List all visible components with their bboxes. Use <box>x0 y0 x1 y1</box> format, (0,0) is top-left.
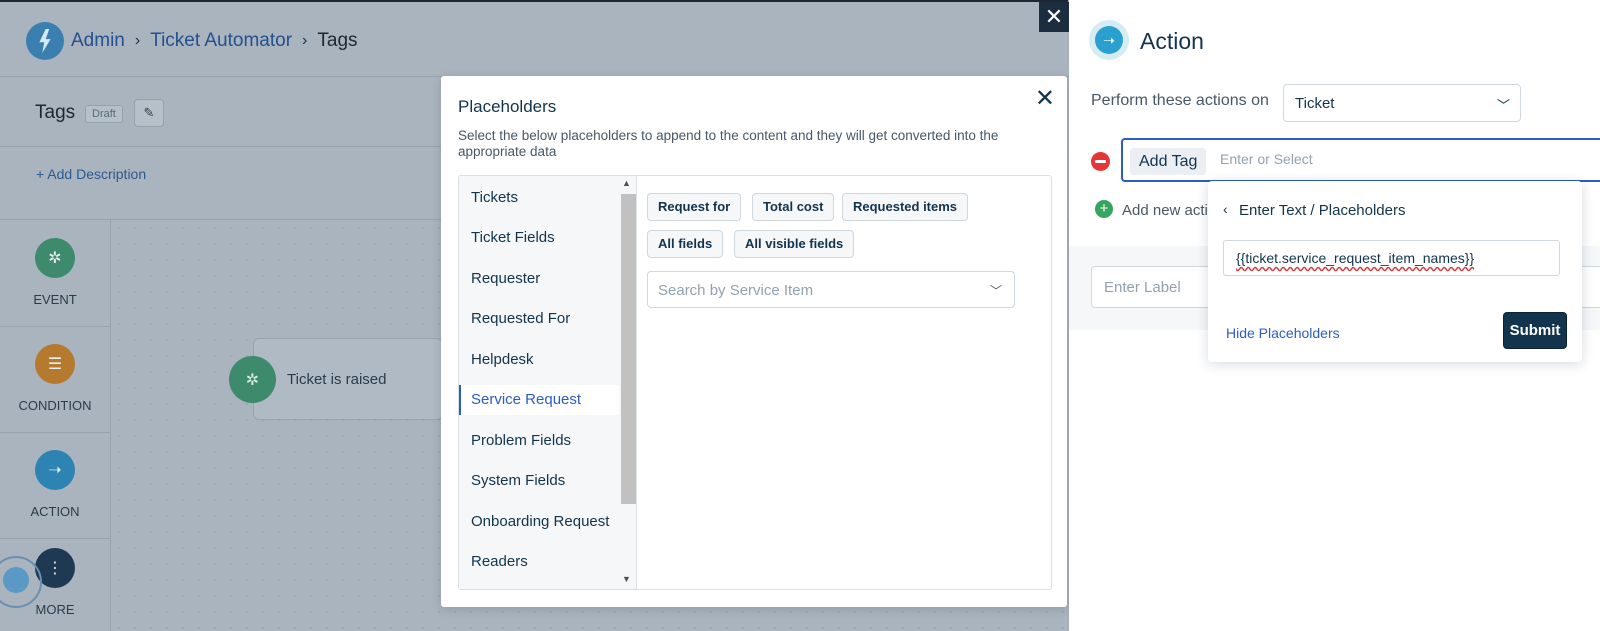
edit-title-button[interactable]: ✎ <box>134 99 164 127</box>
breadcrumb-current: Tags <box>317 30 358 51</box>
category-item[interactable]: Requested For <box>459 304 619 334</box>
close-panel-button[interactable]: ✕ <box>1039 2 1069 32</box>
category-item[interactable]: Readers <box>459 547 619 577</box>
category-item[interactable]: Problem Fields <box>459 426 619 456</box>
placeholder-chip[interactable]: Requested items <box>842 193 969 221</box>
placeholder-chip[interactable]: Total cost <box>752 193 835 221</box>
chevron-down-icon: ﹀ <box>1496 98 1510 113</box>
category-item[interactable]: Requester <box>459 264 619 294</box>
category-list: Tickets Ticket Fields Requester Requeste… <box>459 176 637 589</box>
chevron-right-icon: › <box>302 32 308 49</box>
rail-item-event[interactable]: ✲ EVENT <box>0 220 110 327</box>
add-new-action-link[interactable]: Add new acti <box>1122 202 1208 219</box>
category-item[interactable]: Tickets <box>459 183 619 213</box>
category-item[interactable]: Ticket Fields <box>459 223 619 253</box>
pulse-dot <box>3 567 29 593</box>
category-item[interactable]: System Fields <box>459 466 619 496</box>
chevron-down-icon: ﹀ <box>989 284 1002 298</box>
rail-item-condition[interactable]: ☰ CONDITION <box>0 326 110 433</box>
modal-description: Select the below placeholders to append … <box>458 128 999 159</box>
perform-on-select[interactable]: Ticket ﹀ <box>1283 84 1521 122</box>
cursor-click-icon: ✲ <box>229 356 276 403</box>
placeholder-text-input[interactable]: {{ticket.service_request_item_names}} <box>1223 240 1560 276</box>
category-item-active[interactable]: Service Request <box>459 385 619 415</box>
rail-label-event: EVENT <box>33 292 77 307</box>
top-bar: Admin › Ticket Automator › Tags <box>0 0 1068 77</box>
placeholder-popover: ‹ Enter Text / Placeholders {{ticket.ser… <box>1208 181 1582 362</box>
close-icon[interactable]: ✕ <box>1035 84 1055 113</box>
add-circle-icon[interactable]: + <box>1095 200 1113 218</box>
chevron-right-icon: › <box>134 32 141 49</box>
rail-label-action: ACTION <box>30 504 80 519</box>
placeholders-modal: Placeholders ✕ Select the below placehol… <box>441 76 1067 607</box>
action-icon: ➝ <box>1089 20 1129 60</box>
action-row[interactable]: Add Tag Enter or Select <box>1121 138 1600 182</box>
category-item[interactable]: Onboarding Request <box>459 507 619 537</box>
scrollbar-thumb[interactable] <box>621 194 636 504</box>
perform-on-label: Perform these actions on <box>1091 92 1269 109</box>
event-node-label: Ticket is raised <box>287 371 387 388</box>
add-description-link[interactable]: + Add Description <box>36 166 146 182</box>
status-badge: Draft <box>85 105 123 123</box>
app-logo-icon[interactable] <box>26 22 64 60</box>
scroll-up-icon[interactable]: ▲ <box>622 178 631 188</box>
modal-title: Placeholders <box>458 97 557 116</box>
breadcrumb-admin[interactable]: Admin <box>71 30 125 52</box>
placeholder-chip[interactable]: All visible fields <box>734 230 855 258</box>
label-placeholder: Enter Label <box>1104 279 1181 296</box>
popover-title: Enter Text / Placeholders <box>1239 202 1406 219</box>
service-item-search[interactable]: Search by Service Item ﹀ <box>647 271 1015 308</box>
arrow-right-icon: ➝ <box>35 450 75 490</box>
breadcrumb: Admin › Ticket Automator › Tags <box>71 30 358 52</box>
pencil-icon: ✎ <box>143 105 155 120</box>
scroll-down-icon[interactable]: ▼ <box>622 574 631 584</box>
breadcrumb-ticket-automator[interactable]: Ticket Automator <box>150 30 292 52</box>
sliders-icon: ☰ <box>35 344 75 384</box>
action-value-input[interactable]: Enter or Select <box>1220 151 1313 167</box>
page-title: Tags <box>35 102 76 123</box>
chevron-left-icon[interactable]: ‹ <box>1223 201 1228 217</box>
service-item-placeholder: Search by Service Item <box>658 282 814 299</box>
submit-button[interactable]: Submit <box>1503 312 1567 349</box>
category-item[interactable]: Helpdesk <box>459 345 619 375</box>
perform-on-value: Ticket <box>1295 95 1335 112</box>
cursor-click-icon: ✲ <box>35 238 75 278</box>
rail-label-condition: CONDITION <box>18 398 92 413</box>
hide-placeholders-link[interactable]: Hide Placeholders <box>1226 325 1340 341</box>
panel-title: Action <box>1140 28 1204 54</box>
remove-action-icon[interactable] <box>1091 152 1110 171</box>
placeholder-chip[interactable]: All fields <box>647 230 724 258</box>
placeholder-chip[interactable]: Request for <box>647 193 742 221</box>
rail-item-action[interactable]: ➝ ACTION <box>0 432 110 539</box>
action-type-chip[interactable]: Add Tag <box>1130 148 1207 175</box>
placeholders-box: Tickets Ticket Fields Requester Requeste… <box>458 175 1052 590</box>
placeholder-text-value: {{ticket.service_request_item_names}} <box>1236 250 1475 266</box>
